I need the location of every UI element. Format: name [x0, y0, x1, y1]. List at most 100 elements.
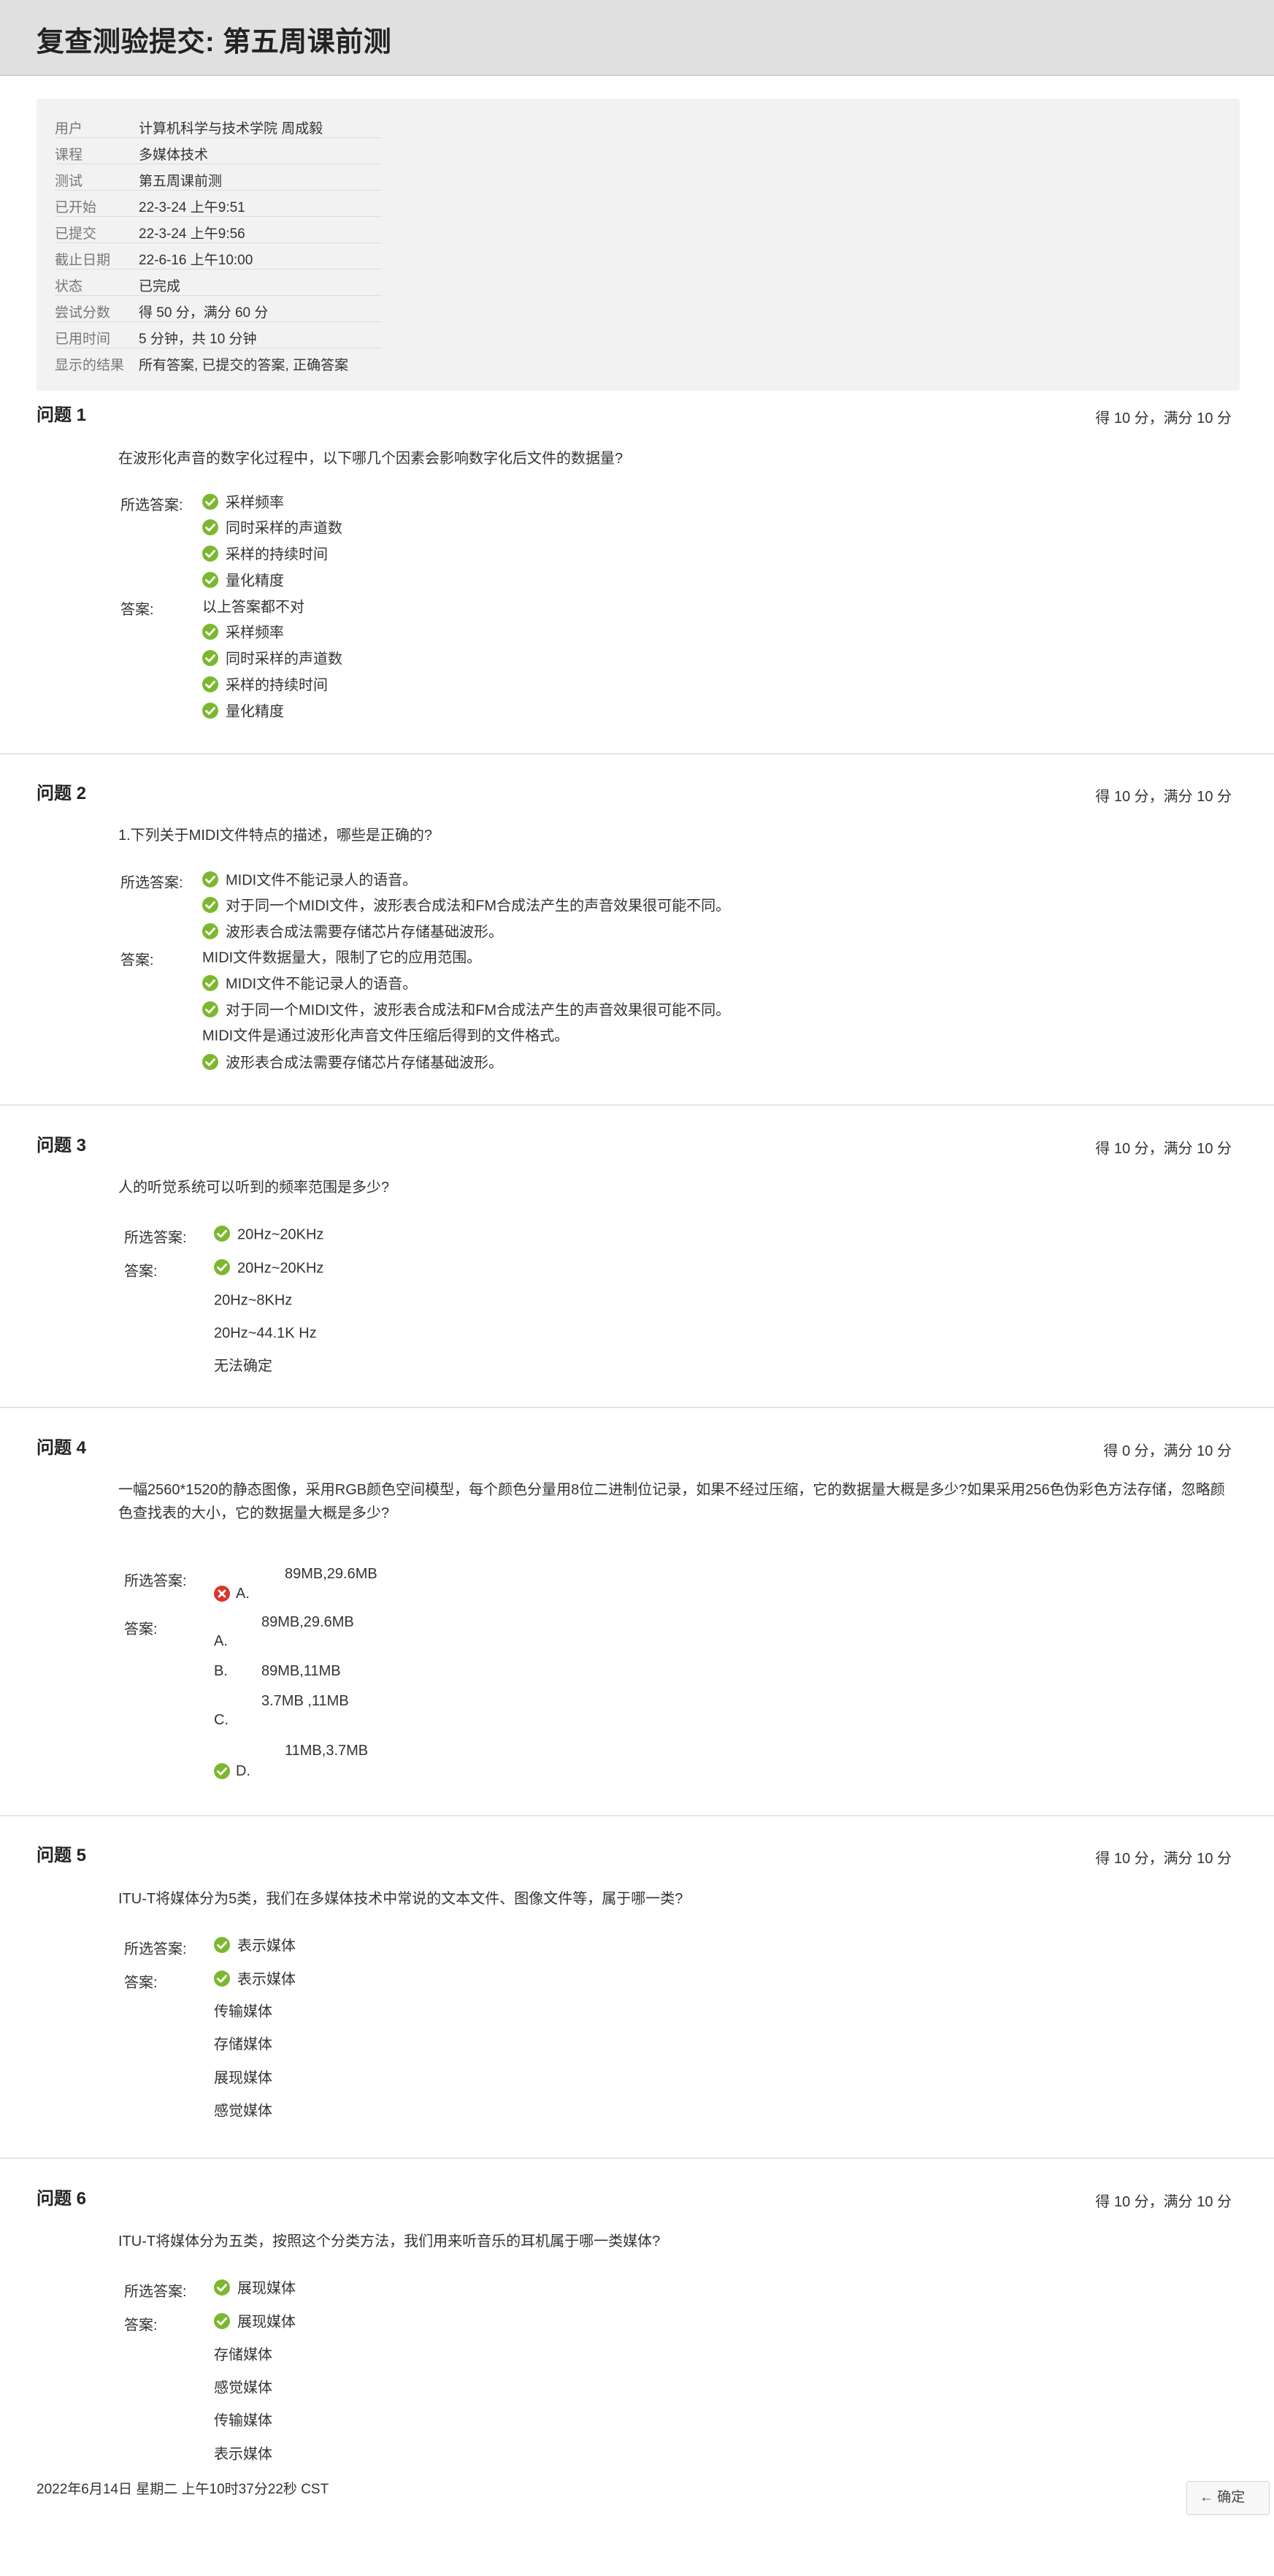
answer-option: 感觉媒体	[214, 2375, 272, 2400]
answer-option: 存储媒体	[214, 2342, 272, 2367]
summary-label: 课程	[55, 148, 83, 163]
check-circle-icon	[202, 650, 218, 666]
check-circle-icon	[214, 2313, 230, 2329]
question-text: ITU-T将媒体分为五类，按照这个分类方法，我们用来听音乐的耳机属于哪一类媒体?	[118, 2233, 661, 2250]
question-score: 得 10 分，满分 10 分	[1095, 1851, 1232, 1867]
check-circle-icon	[202, 494, 218, 510]
answer-option: MIDI文件数据量大，限制了它的应用范围。	[202, 945, 481, 970]
check-circle-icon	[202, 703, 218, 719]
selected-option: 波形表合成法需要存储芯片存储基础波形。	[202, 920, 503, 944]
question-text: 1.下列关于MIDI文件特点的描述，哪些是正确的?	[118, 828, 433, 844]
option-text: 89MB,29.6MB	[285, 1566, 377, 1582]
option-text: 20Hz~44.1K Hz	[214, 1325, 317, 1342]
option-text: 89MB,11MB	[261, 1663, 341, 1679]
summary-row-time: 已用时间 5 分钟，共 10 分钟	[55, 322, 382, 348]
check-circle-icon	[214, 1763, 230, 1779]
check-circle-icon	[202, 624, 218, 640]
check-circle-icon	[214, 1971, 230, 1987]
question-divider	[0, 1104, 1274, 1106]
selected-answer-label: 所选答案:	[120, 875, 183, 891]
summary-row-status: 状态 已完成	[55, 270, 382, 296]
attempt-summary: 用户 计算机科学与技术学院 周成毅 课程 多媒体技术 测试 第五周课前测 已开始 22-…	[37, 99, 1240, 391]
question-divider	[0, 2158, 1274, 2159]
selected-answer-label: 所选答案:	[124, 1230, 187, 1246]
check-circle-icon	[202, 897, 218, 913]
option-text: 量化精度	[226, 703, 284, 720]
option-text: 20Hz~20KHz	[237, 1260, 324, 1277]
selected-option: 20Hz~20KHz	[214, 1222, 323, 1247]
option-text: 采样的持续时间	[226, 546, 328, 563]
summary-label: 用户	[55, 121, 83, 137]
check-circle-icon	[214, 2279, 230, 2296]
check-circle-icon	[202, 676, 218, 692]
option-text: 同时采样的声道数	[226, 651, 342, 668]
summary-label: 尝试分数	[55, 305, 111, 321]
question-title: 问题 4	[37, 1438, 87, 1458]
check-circle-icon	[202, 1054, 218, 1070]
question-title: 问题 2	[37, 784, 87, 803]
answers-label: 答案:	[124, 1621, 158, 1637]
option-text: 展现媒体	[214, 2070, 272, 2087]
option-letter: C.	[214, 1712, 229, 1728]
check-circle-icon	[202, 923, 218, 939]
selected-option: 量化精度	[202, 568, 284, 593]
summary-value: 22-3-24 上午9:51	[139, 200, 245, 215]
summary-label: 已提交	[55, 226, 97, 242]
option-text: 存储媒体	[214, 2036, 272, 2053]
summary-value: 第五周课前测	[139, 174, 223, 189]
question-score: 得 10 分，满分 10 分	[1095, 789, 1232, 805]
option-letter: D.	[236, 1763, 250, 1779]
selected-option: 展现媒体	[214, 2276, 296, 2301]
answer-option: 表示媒体	[214, 1967, 296, 1992]
option-letter: A.	[214, 1633, 228, 1649]
question-divider	[0, 753, 1274, 754]
answer-option: 量化精度	[202, 699, 284, 724]
option-text: 表示媒体	[237, 1938, 296, 1954]
summary-label: 状态	[55, 279, 83, 294]
x-circle-icon	[214, 1586, 230, 1602]
question-score: 得 10 分，满分 10 分	[1095, 2194, 1232, 2210]
option-text: 量化精度	[226, 573, 284, 589]
option-text: 展现媒体	[237, 2280, 296, 2297]
option-text: 20Hz~20KHz	[237, 1226, 324, 1243]
answer-option: 20Hz~20KHz	[214, 1255, 323, 1280]
answer-option: 20Hz~8KHz	[214, 1288, 292, 1312]
check-circle-icon	[202, 871, 218, 887]
summary-value: 5 分钟，共 10 分钟	[139, 332, 257, 347]
answer-option: 传输媒体	[214, 2408, 272, 2433]
answer-option: 同时采样的声道数	[202, 646, 342, 671]
selected-option: 采样的持续时间	[202, 542, 328, 567]
page-header: 复查测验提交: 第五周课前测	[0, 0, 1274, 76]
question-divider	[0, 1407, 1274, 1408]
answers-label: 答案:	[120, 952, 154, 968]
option-text: 采样频率	[226, 624, 284, 641]
answer-option: 表示媒体	[214, 2442, 272, 2466]
selected-answer-label: 所选答案:	[120, 497, 183, 513]
summary-row-submitted: 已提交 22-3-24 上午9:56	[55, 217, 382, 243]
summary-value: 所有答案, 已提交的答案, 正确答案	[139, 358, 349, 373]
summary-row-score: 尝试分数 得 50 分，满分 60 分	[55, 296, 382, 322]
summary-value: 已完成	[139, 279, 181, 294]
answer-option: 采样频率	[202, 620, 284, 645]
summary-label: 截止日期	[55, 253, 111, 268]
answers-label: 答案:	[120, 602, 154, 618]
check-circle-icon	[202, 1001, 218, 1017]
question-title: 问题 6	[37, 2189, 87, 2209]
summary-label: 已用时间	[55, 332, 111, 347]
option-letter: A.	[236, 1586, 250, 1602]
answer-option: 展现媒体	[214, 2065, 272, 2090]
option-text: 以上答案都不对	[202, 599, 304, 616]
check-circle-icon	[202, 519, 218, 535]
ok-button[interactable]: ← 确定	[1186, 2481, 1270, 2515]
answer-option: MIDI文件是通过波形化声音文件压缩后得到的文件格式。	[202, 1023, 569, 1048]
option-text: 采样频率	[226, 494, 284, 511]
question-text: 人的听觉系统可以听到的频率范围是多少?	[118, 1180, 390, 1196]
summary-row-course: 课程 多媒体技术	[55, 138, 382, 164]
answer-option: 感觉媒体	[214, 2098, 272, 2123]
question-text: ITU-T将媒体分为5类，我们在多媒体技术中常说的文本文件、图像文件等，属于哪一…	[118, 1891, 683, 1907]
check-circle-icon	[214, 1937, 230, 1953]
option-text: 无法确定	[214, 1358, 272, 1375]
selected-answer-label: 所选答案:	[124, 1573, 187, 1589]
check-circle-icon	[202, 572, 218, 588]
answers-label: 答案:	[124, 2317, 158, 2334]
